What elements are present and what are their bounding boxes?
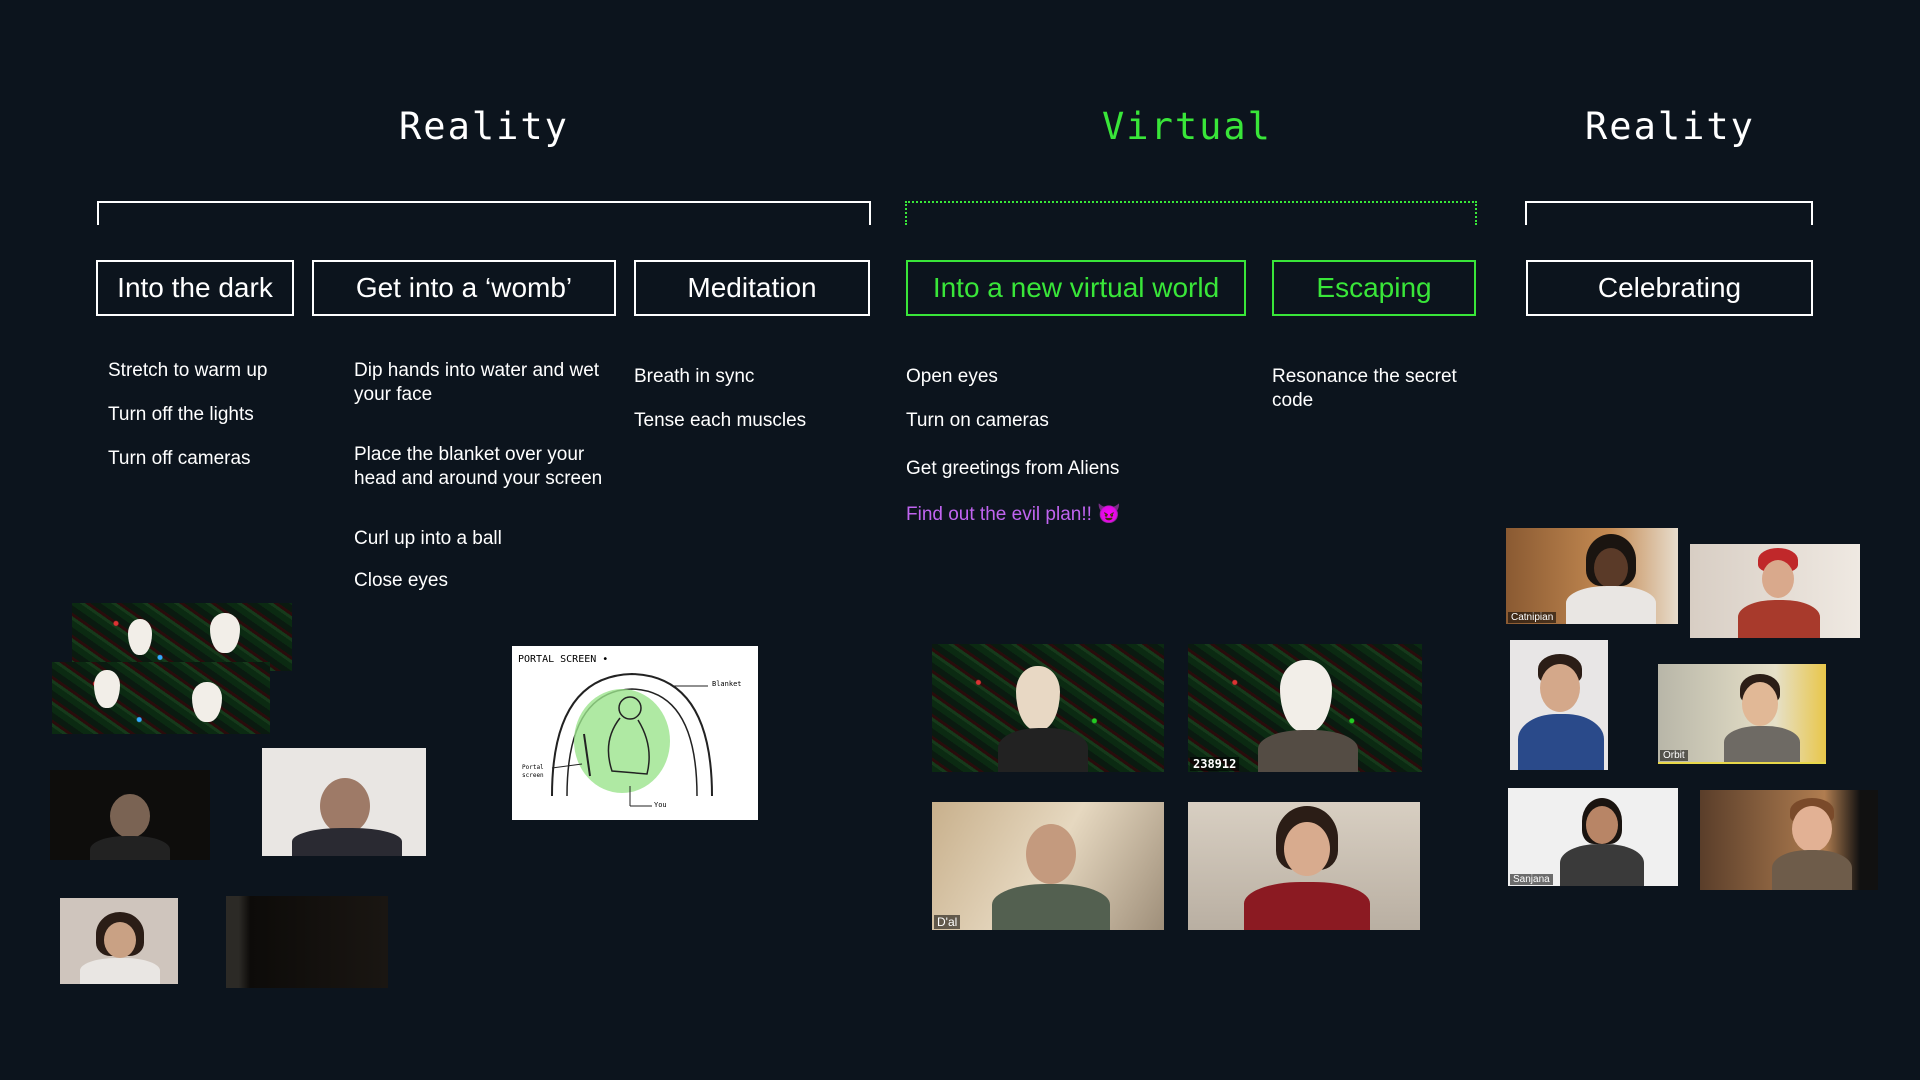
- step-dip-hands: Dip hands into water and wet your face: [354, 360, 600, 405]
- stage-womb: Get into a ‘womb’: [312, 260, 616, 316]
- step-evil-plan: Find out the evil plan!! 😈: [906, 504, 1121, 525]
- sketch-label-you: You: [654, 801, 667, 809]
- video-thumb-blanket: [60, 898, 178, 984]
- participant-code-tag: 238912: [1190, 757, 1240, 771]
- step-tense: Tense each muscles: [634, 410, 807, 431]
- video-thumb-bed: [262, 748, 426, 856]
- video-thumb-orbit: Orbit: [1658, 664, 1826, 764]
- video-thumb-surprised: [1188, 802, 1420, 930]
- video-thumb-dal: D'al: [932, 802, 1164, 930]
- step-breath: Breath in sync: [634, 366, 755, 387]
- bracket-reality-2: [1525, 201, 1813, 225]
- participant-sanjana-tag: Sanjana: [1510, 874, 1553, 885]
- step-cameras-off: Turn off cameras: [108, 448, 251, 469]
- section-title-virtual: Virtual: [1102, 105, 1272, 148]
- video-thumb-red-hat: [1690, 544, 1860, 638]
- bracket-virtual: [905, 201, 1477, 225]
- video-thumb-dark-room-1: [50, 770, 210, 860]
- step-close-eyes: Close eyes: [354, 570, 448, 591]
- sketch-drawing-icon: [551, 672, 713, 807]
- step-cameras-on: Turn on cameras: [906, 410, 1049, 431]
- participant-catnipian-tag: Catnipian: [1508, 612, 1557, 623]
- video-thumb-dark-2: [226, 896, 388, 988]
- sketch-label-portal: Portal screen: [522, 764, 544, 779]
- participant-orbit-tag: Orbit: [1660, 750, 1688, 761]
- sketch-label-blanket: Blanket: [712, 680, 742, 688]
- section-title-reality-1: Reality: [399, 105, 569, 148]
- step-curl: Curl up into a ball: [354, 528, 502, 549]
- video-thumb-sanjana: Sanjana: [1508, 788, 1678, 886]
- portal-screen-sketch: PORTAL SCREEN • Blanket Portal screen Yo…: [512, 646, 758, 820]
- step-lights: Turn off the lights: [108, 404, 254, 425]
- video-thumb-headset: [1510, 640, 1608, 770]
- stage-meditation: Meditation: [634, 260, 870, 316]
- stage-escaping: Escaping: [1272, 260, 1476, 316]
- participant-dal-tag: D'al: [934, 915, 961, 929]
- step-open-eyes: Open eyes: [906, 366, 998, 387]
- stage-celebrating: Celebrating: [1526, 260, 1813, 316]
- step-blanket: Place the blanket over your head and aro…: [354, 444, 603, 489]
- video-thumb-mask-1: [72, 603, 292, 671]
- video-thumb-alien-1: [932, 644, 1164, 772]
- step-resonance: Resonance the secret code: [1272, 366, 1457, 411]
- step-stretch: Stretch to warm up: [108, 360, 268, 381]
- video-thumb-mask-2: [52, 662, 270, 734]
- stage-into-the-dark: Into the dark: [96, 260, 294, 316]
- bracket-reality-1: [97, 201, 871, 225]
- section-title-reality-2: Reality: [1585, 105, 1755, 148]
- video-thumb-catnipian: Catnipian: [1506, 528, 1678, 624]
- video-thumb-alien-2: 238912: [1188, 644, 1422, 772]
- video-thumb-smiling: [1700, 790, 1878, 890]
- step-greetings: Get greetings from Aliens: [906, 458, 1120, 479]
- stage-virtual-world: Into a new virtual world: [906, 260, 1246, 316]
